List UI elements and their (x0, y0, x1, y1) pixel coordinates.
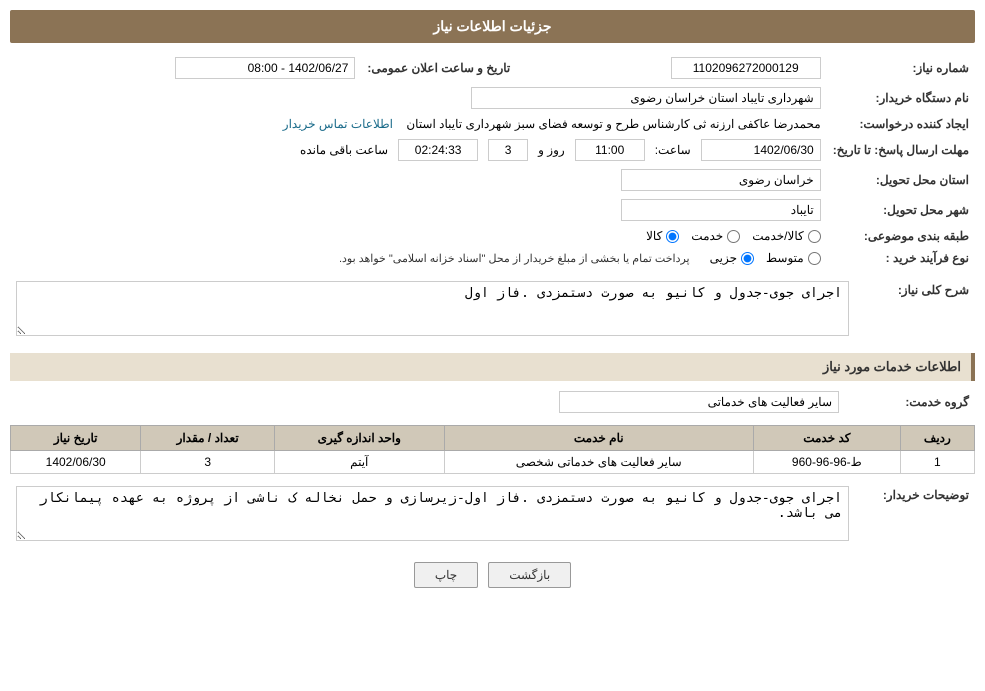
button-row: بازگشت چاپ (10, 562, 975, 588)
purchase-option-partial[interactable]: جزیی (710, 251, 754, 265)
province-label: استان محل تحویل: (827, 165, 975, 195)
back-button[interactable]: بازگشت (488, 562, 571, 588)
buyer-org-label: نام دستگاه خریدار: (827, 83, 975, 113)
col-service-name: نام خدمت (444, 426, 753, 451)
buyer-org-value: شهرداری تایباد استان خراسان رضوی (471, 87, 821, 109)
need-description-textarea[interactable] (16, 281, 849, 336)
contact-link[interactable]: اطلاعات تماس خریدار (283, 117, 393, 131)
col-rownum: ردیف (900, 426, 974, 451)
col-unit: واحد اندازه گیری (275, 426, 445, 451)
need-number-value: 1102096272000129 (671, 57, 821, 79)
response-deadline-label: مهلت ارسال پاسخ: تا تاریخ: (827, 135, 975, 165)
services-table: ردیف کد خدمت نام خدمت واحد اندازه گیری ت… (10, 425, 975, 474)
buyer-description-label: توضیحات خریدار: (855, 482, 975, 548)
group-value: سایر فعالیت های خدماتی (559, 391, 839, 413)
col-need-date: تاریخ نیاز (11, 426, 141, 451)
category-option-kala-khedmat[interactable]: کالا/خدمت (752, 229, 820, 243)
response-date-value: 1402/06/30 (701, 139, 821, 161)
days-value: 3 (488, 139, 528, 161)
category-option-khedmat[interactable]: خدمت (691, 229, 740, 243)
province-value: خراسان رضوی (621, 169, 821, 191)
city-value: تایباد (621, 199, 821, 221)
cell-service-code: ط-96-96-960 (753, 451, 900, 474)
col-service-code: کد خدمت (753, 426, 900, 451)
buyer-description-textarea[interactable] (16, 486, 849, 541)
category-label: طبقه بندی موضوعی: (827, 225, 975, 247)
remaining-label: ساعت باقی مانده (300, 143, 388, 157)
group-label: گروه خدمت: (845, 387, 975, 417)
table-row: 1 ط-96-96-960 سایر فعالیت های خدماتی شخص… (11, 451, 975, 474)
purchase-type-label: نوع فرآیند خرید : (827, 247, 975, 269)
response-time-value: 11:00 (575, 139, 645, 161)
response-time-label: ساعت: (655, 143, 691, 157)
purchase-type-radio-group: متوسط جزیی (710, 251, 821, 265)
cell-unit: آیتم (275, 451, 445, 474)
purchase-option-medium[interactable]: متوسط (766, 251, 821, 265)
announce-datetime-value: 1402/06/27 - 08:00 (175, 57, 355, 79)
days-label: روز و (538, 143, 565, 157)
category-option-kala[interactable]: کالا (646, 229, 679, 243)
requester-value: محمدرضا عاکفی ارزنه ثی کارشناس طرح و توس… (406, 117, 820, 131)
category-radio-group: کالا/خدمت خدمت کالا (16, 229, 821, 243)
cell-quantity: 3 (141, 451, 275, 474)
need-number-label: شماره نیاز: (827, 53, 975, 83)
services-section-header: اطلاعات خدمات مورد نیاز (10, 353, 975, 381)
purchase-notice: پرداخت تمام یا بخشی از مبلغ خریدار از مح… (339, 252, 690, 265)
requester-label: ایجاد کننده درخواست: (827, 113, 975, 135)
announce-datetime-label: تاریخ و ساعت اعلان عمومی: (361, 53, 530, 83)
remaining-time: 02:24:33 (398, 139, 478, 161)
col-quantity: تعداد / مقدار (141, 426, 275, 451)
page-title: جزئیات اطلاعات نیاز (10, 10, 975, 43)
need-description-label: شرح کلی نیاز: (855, 277, 975, 343)
print-button[interactable]: چاپ (414, 562, 478, 588)
cell-need-date: 1402/06/30 (11, 451, 141, 474)
cell-rownum: 1 (900, 451, 974, 474)
cell-service-name: سایر فعالیت های خدماتی شخصی (444, 451, 753, 474)
city-label: شهر محل تحویل: (827, 195, 975, 225)
